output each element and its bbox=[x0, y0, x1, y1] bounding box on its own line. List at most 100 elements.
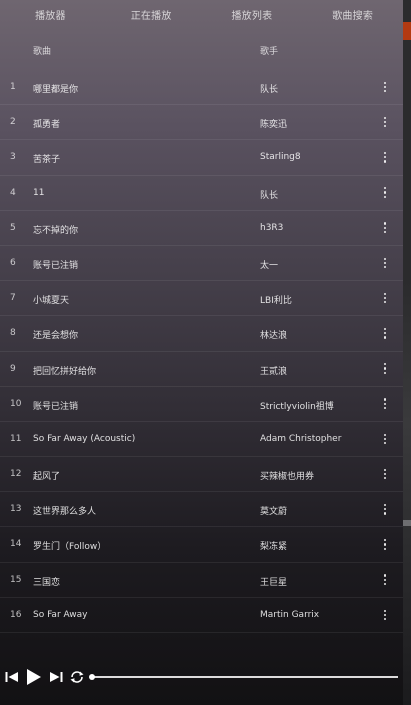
more-vertical-icon[interactable] bbox=[378, 78, 392, 96]
song-title: 三国恋 bbox=[33, 577, 61, 588]
song-title: 哪里都是你 bbox=[33, 85, 79, 95]
song-row[interactable]: 6 账号已注销 太一 bbox=[0, 246, 403, 282]
song-row[interactable]: 3 苦茶子 Starling8 bbox=[0, 140, 403, 176]
more-vertical-icon[interactable] bbox=[378, 254, 392, 272]
side-panel-divider bbox=[403, 520, 411, 526]
song-title: 这世界那么多人 bbox=[33, 507, 97, 518]
song-row[interactable]: 8 还是会想你 林达浪 bbox=[0, 316, 403, 352]
song-artist: 莫文蔚 bbox=[260, 507, 288, 518]
top-tabs: 播放器 正在播放 播放列表 歌曲搜索 bbox=[0, 0, 403, 28]
song-row[interactable]: 5 忘不掉的你 h3R3 bbox=[0, 211, 403, 246]
song-row[interactable]: 16 So Far Away Martin Garrix bbox=[0, 598, 403, 633]
song-row[interactable]: 13 这世界那么多人 莫文蔚 bbox=[0, 492, 403, 528]
more-vertical-icon[interactable] bbox=[378, 113, 392, 131]
song-title: 还是会想你 bbox=[33, 331, 79, 342]
song-artist: Martin Garrix bbox=[260, 609, 320, 620]
song-row[interactable]: 14 罗生门（Follow） 梨冻紧 bbox=[0, 527, 403, 563]
song-number: 10 bbox=[10, 398, 22, 409]
song-number: 11 bbox=[10, 433, 22, 444]
song-row[interactable]: 7 小城夏天 LBI利比 bbox=[0, 281, 403, 317]
song-artist: LBI利比 bbox=[260, 296, 292, 307]
song-number: 4 bbox=[10, 187, 16, 198]
song-number: 5 bbox=[10, 222, 16, 233]
song-artist: Starling8 bbox=[260, 152, 301, 163]
song-row[interactable]: 15 三国恋 王巨星 bbox=[0, 563, 403, 598]
song-title: 忘不掉的你 bbox=[33, 225, 79, 236]
side-panel-accent bbox=[403, 22, 411, 40]
more-vertical-icon[interactable] bbox=[378, 395, 392, 413]
song-title: 苦茶子 bbox=[33, 155, 61, 166]
song-title: So Far Away bbox=[33, 609, 88, 620]
more-vertical-icon[interactable] bbox=[378, 500, 392, 518]
song-artist: 队长 bbox=[260, 190, 279, 201]
song-number: 7 bbox=[10, 293, 16, 304]
song-artist: 王贰浪 bbox=[260, 366, 288, 377]
song-row[interactable]: 11 So Far Away (Acoustic) Adam Christoph… bbox=[0, 422, 403, 458]
more-vertical-icon[interactable] bbox=[378, 289, 392, 307]
song-number: 16 bbox=[10, 609, 22, 620]
song-title: 账号已注销 bbox=[33, 260, 79, 271]
song-artist: 陈奕迅 bbox=[260, 120, 288, 131]
tab-song-search[interactable]: 歌曲搜索 bbox=[302, 7, 403, 22]
side-panel-edge bbox=[403, 0, 411, 705]
song-number: 9 bbox=[10, 363, 16, 374]
song-number: 15 bbox=[10, 574, 22, 585]
tab-player[interactable]: 播放器 bbox=[0, 7, 101, 22]
playlist-header: 歌曲 歌手 bbox=[0, 36, 403, 62]
song-artist: 王巨星 bbox=[260, 577, 288, 588]
song-row[interactable]: 12 起风了 买辣椒也用券 bbox=[0, 457, 403, 493]
song-number: 3 bbox=[10, 152, 16, 163]
more-vertical-icon[interactable] bbox=[378, 535, 392, 553]
song-title: 孤勇者 bbox=[33, 120, 61, 131]
song-artist: 林达浪 bbox=[260, 331, 288, 342]
song-row[interactable]: 1 哪里都是你 队长 bbox=[0, 70, 403, 106]
progress-knob[interactable] bbox=[89, 674, 95, 680]
song-number: 8 bbox=[10, 328, 16, 339]
song-row[interactable]: 10 账号已注销 Strictlyviolin祖博 bbox=[0, 387, 403, 422]
tab-playlist[interactable]: 播放列表 bbox=[202, 7, 303, 22]
progress-bar[interactable] bbox=[89, 674, 398, 680]
song-number: 6 bbox=[10, 257, 16, 268]
more-vertical-icon[interactable] bbox=[378, 571, 392, 589]
song-artist: Adam Christopher bbox=[260, 433, 342, 444]
skip-next-icon[interactable] bbox=[48, 662, 64, 692]
player-controls bbox=[0, 662, 403, 692]
song-row[interactable]: 9 把回忆拼好给你 王贰浪 bbox=[0, 352, 403, 387]
more-vertical-icon[interactable] bbox=[378, 465, 392, 483]
song-artist: 太一 bbox=[260, 260, 279, 271]
song-row[interactable]: 2 孤勇者 陈奕迅 bbox=[0, 105, 403, 141]
song-artist: 梨冻紧 bbox=[260, 542, 288, 553]
song-artist: Strictlyviolin祖博 bbox=[260, 401, 334, 412]
repeat-icon[interactable] bbox=[68, 662, 86, 692]
song-number: 14 bbox=[10, 539, 22, 550]
song-list: 1 哪里都是你 队长 2 孤勇者 陈奕迅 3 苦茶子 Starling8 4 1… bbox=[0, 70, 403, 633]
song-artist: 队长 bbox=[260, 85, 279, 95]
song-artist: h3R3 bbox=[260, 222, 284, 233]
more-vertical-icon[interactable] bbox=[378, 148, 392, 166]
more-vertical-icon[interactable] bbox=[378, 219, 392, 237]
more-vertical-icon[interactable] bbox=[378, 324, 392, 342]
song-number: 12 bbox=[10, 469, 22, 480]
song-title: 罗生门（Follow） bbox=[33, 542, 107, 553]
song-number: 13 bbox=[10, 504, 22, 515]
song-title: So Far Away (Acoustic) bbox=[33, 433, 136, 444]
skip-previous-icon[interactable] bbox=[4, 662, 20, 692]
song-number: 2 bbox=[10, 117, 16, 128]
column-header-song: 歌曲 bbox=[33, 47, 52, 57]
more-vertical-icon[interactable] bbox=[378, 360, 392, 378]
more-vertical-icon[interactable] bbox=[378, 606, 392, 624]
more-vertical-icon[interactable] bbox=[378, 430, 392, 448]
play-icon[interactable] bbox=[24, 662, 44, 692]
song-title: 把回忆拼好给你 bbox=[33, 366, 97, 377]
music-player-screen: 播放器 正在播放 播放列表 歌曲搜索 歌曲 歌手 1 哪里都是你 队长 2 孤勇… bbox=[0, 0, 411, 705]
song-artist: 买辣椒也用券 bbox=[260, 472, 315, 483]
song-number: 1 bbox=[10, 82, 16, 92]
song-title: 小城夏天 bbox=[33, 296, 70, 307]
tab-now-playing[interactable]: 正在播放 bbox=[101, 7, 202, 22]
song-title: 账号已注销 bbox=[33, 401, 79, 412]
song-title: 11 bbox=[33, 187, 45, 198]
song-title: 起风了 bbox=[33, 472, 61, 483]
song-row[interactable]: 4 11 队长 bbox=[0, 176, 403, 211]
column-header-artist: 歌手 bbox=[260, 47, 279, 57]
more-vertical-icon[interactable] bbox=[378, 184, 392, 202]
